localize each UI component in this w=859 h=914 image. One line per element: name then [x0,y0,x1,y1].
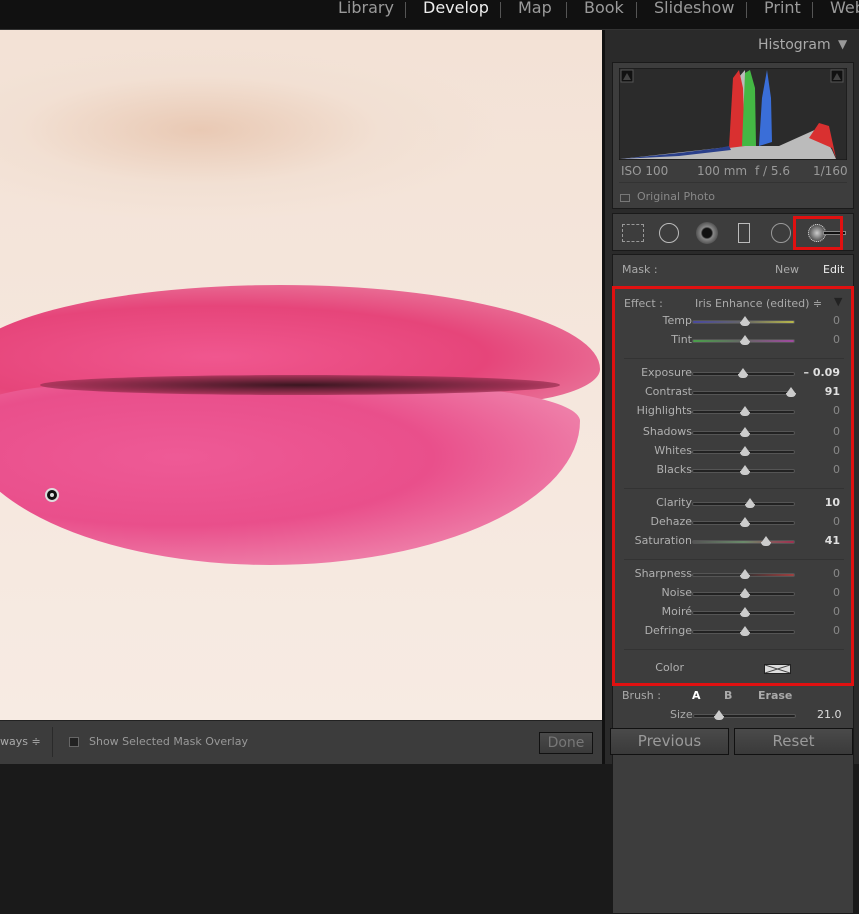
collapse-triangle-icon[interactable]: ▼ [838,37,847,51]
divider [636,2,637,18]
brush-erase-tab[interactable]: Erase [758,689,792,702]
brush-size-label: Size [670,708,693,721]
divider [746,2,747,18]
focal-readout: 100 mm [697,164,748,178]
slider-thumb[interactable] [714,710,724,720]
divider [52,727,53,757]
photo-canvas[interactable] [0,30,602,720]
shutter-readout: 1/160 [813,164,848,178]
lower-lip [0,385,580,565]
module-slideshow[interactable]: Slideshow [654,0,734,17]
right-panel: Histogram ▼ ISO 100 100 mm f / 5.6 1/160… [602,30,859,914]
brush-size-value: 21.0 [817,708,842,721]
graduated-filter-icon[interactable] [738,223,750,243]
module-book[interactable]: Book [584,0,624,17]
show-edit-pins-select[interactable]: ways ≑ [0,735,41,748]
done-button[interactable]: Done [539,732,593,754]
overlay-checkbox[interactable] [69,737,79,747]
histogram-title: Histogram [758,37,831,53]
module-web[interactable]: Web [830,0,859,17]
toolbar: ways ≑ Show Selected Mask Overlay Done [0,720,602,764]
original-photo-label: Original Photo [637,190,715,203]
red-eye-icon[interactable] [696,222,718,244]
mouth-line [40,375,560,395]
crop-overlay-icon[interactable] [622,224,644,242]
mask-new-button[interactable]: New [775,263,799,276]
divider [500,2,501,18]
mask-label: Mask : [622,263,658,276]
module-map[interactable]: Map [518,0,552,17]
brush-size-slider[interactable] [693,710,796,720]
reset-button[interactable]: Reset [734,728,853,755]
histogram-panel: ISO 100 100 mm f / 5.6 1/160 Original Ph… [612,62,854,209]
divider [619,182,847,183]
brush-a-tab[interactable]: A [692,689,701,702]
original-photo-checkbox[interactable] [620,194,630,202]
histogram-graph [619,68,847,160]
overlay-label: Show Selected Mask Overlay [89,735,248,748]
brush-pin[interactable] [45,488,59,502]
brush-label: Brush : [622,689,661,702]
brush-b-tab[interactable]: B [724,689,732,702]
divider [566,2,567,18]
aperture-readout: f / 5.6 [755,164,790,178]
module-develop[interactable]: Develop [423,0,489,17]
module-library[interactable]: Library [338,0,394,17]
previous-button[interactable]: Previous [610,728,729,755]
iso-readout: ISO 100 [621,164,669,178]
divider [812,2,813,18]
module-print[interactable]: Print [764,0,801,17]
module-picker: Library Develop Map Book Slideshow Print Web [0,0,859,30]
highlight-frame-tool [793,216,843,250]
divider [405,2,406,18]
mask-edit-button[interactable]: Edit [823,263,844,276]
radial-filter-icon[interactable] [771,223,791,243]
highlight-frame-effects [612,286,854,686]
spot-removal-icon[interactable] [659,223,679,243]
